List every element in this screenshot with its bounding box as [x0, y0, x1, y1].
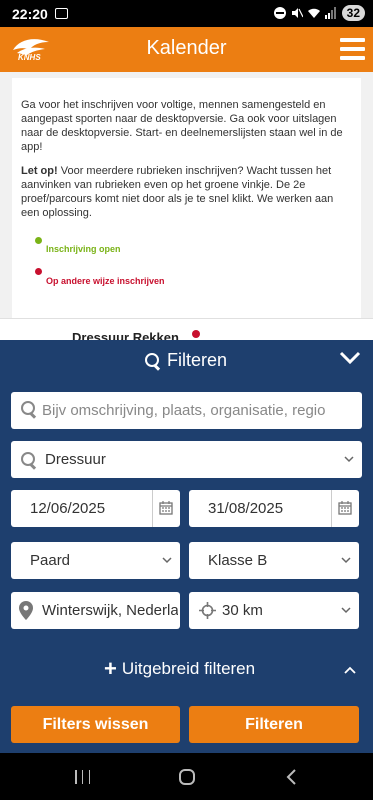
discipline-select[interactable]: Dressuur: [11, 441, 362, 478]
search-icon: [145, 352, 161, 369]
menu-icon[interactable]: [340, 38, 365, 60]
warning-bold: Let op!: [21, 165, 58, 177]
class-value: Klasse B: [208, 552, 268, 569]
extended-filter-label: + Uitgebreid filteren: [104, 656, 256, 681]
legend-label-other: Op andere wijze inschrijven: [46, 276, 165, 286]
chevron-down-icon[interactable]: [339, 351, 361, 365]
extended-filter-toggle[interactable]: + Uitgebreid filteren: [0, 650, 373, 690]
calendar-button[interactable]: [331, 490, 359, 527]
filter-title: Filteren: [145, 350, 227, 371]
plus-icon: +: [104, 656, 117, 681]
animal-value: Paard: [30, 552, 71, 569]
apply-filter-button[interactable]: Filteren: [189, 706, 359, 743]
date-from-field[interactable]: 12/06/2025: [11, 490, 180, 527]
radius-select[interactable]: 30 km: [189, 592, 359, 629]
signal-icon: [324, 7, 336, 19]
calendar-icon: [338, 501, 352, 515]
status-bar: 22:20 32: [0, 0, 373, 27]
calendar-button[interactable]: [152, 490, 180, 527]
location-pin-icon: [19, 601, 33, 620]
chevron-down-icon: [341, 607, 351, 614]
search-icon: [21, 401, 39, 419]
chevron-down-icon: [341, 557, 351, 564]
calendar-icon: [159, 501, 173, 515]
chevron-down-icon: [344, 456, 354, 463]
do-not-disturb-icon: [273, 7, 286, 19]
chevron-up-icon: [344, 666, 356, 674]
page-title: Kalender: [146, 37, 227, 59]
back-icon[interactable]: [285, 769, 297, 785]
search-placeholder: Bijv omschrijving, plaats, organisatie, …: [42, 402, 326, 419]
content-area: Ga voor het inschrijven voor voltige, me…: [0, 72, 373, 345]
wifi-icon: [307, 8, 320, 18]
filter-header[interactable]: Filteren: [0, 340, 373, 380]
clear-filters-button[interactable]: Filters wissen: [11, 706, 180, 743]
legend-label-open: Inschrijving open: [46, 244, 121, 254]
date-to-value: 31/08/2025: [208, 500, 284, 517]
radius-value: 30 km: [222, 602, 263, 619]
battery-indicator: 32: [341, 5, 365, 21]
legend-dot-other: [35, 268, 42, 275]
date-to-field[interactable]: 31/08/2025: [189, 490, 359, 527]
location-value: Winterswijk, Nederla: [42, 602, 178, 619]
screenshot-icon: [55, 8, 68, 19]
intro-text: Ga voor het inschrijven voor voltige, me…: [21, 99, 343, 153]
warning-body: Voor meerdere rubrieken inschrijven? Wac…: [21, 165, 334, 219]
discipline-value: Dressuur: [45, 451, 106, 468]
animal-select[interactable]: Paard: [11, 542, 180, 579]
mute-icon: [291, 8, 303, 18]
legend-dot-open: [35, 237, 42, 244]
search-input[interactable]: Bijv omschrijving, plaats, organisatie, …: [11, 392, 362, 429]
system-nav-bar: [0, 753, 373, 800]
chevron-down-icon: [162, 557, 172, 564]
search-icon: [21, 452, 37, 468]
list-item[interactable]: Dressuur Rekken: [0, 318, 373, 345]
home-icon[interactable]: [179, 769, 195, 785]
status-dot: [192, 330, 200, 338]
crosshair-icon: [199, 602, 216, 619]
filter-title-label: Filteren: [167, 350, 228, 370]
recents-icon[interactable]: [75, 770, 90, 784]
status-icons: 32: [273, 5, 365, 21]
class-select[interactable]: Klasse B: [189, 542, 359, 579]
location-input[interactable]: Winterswijk, Nederla: [11, 592, 180, 629]
status-time: 22:20: [12, 6, 48, 22]
date-from-value: 12/06/2025: [30, 500, 106, 517]
extended-filter-text: Uitgebreid filteren: [121, 659, 256, 678]
warning-text: Let op! Voor meerdere rubrieken inschrij…: [21, 164, 351, 220]
filter-panel: Filteren Bijv omschrijving, plaats, orga…: [0, 340, 373, 753]
app-bar: KNHS Kalender: [0, 27, 373, 72]
